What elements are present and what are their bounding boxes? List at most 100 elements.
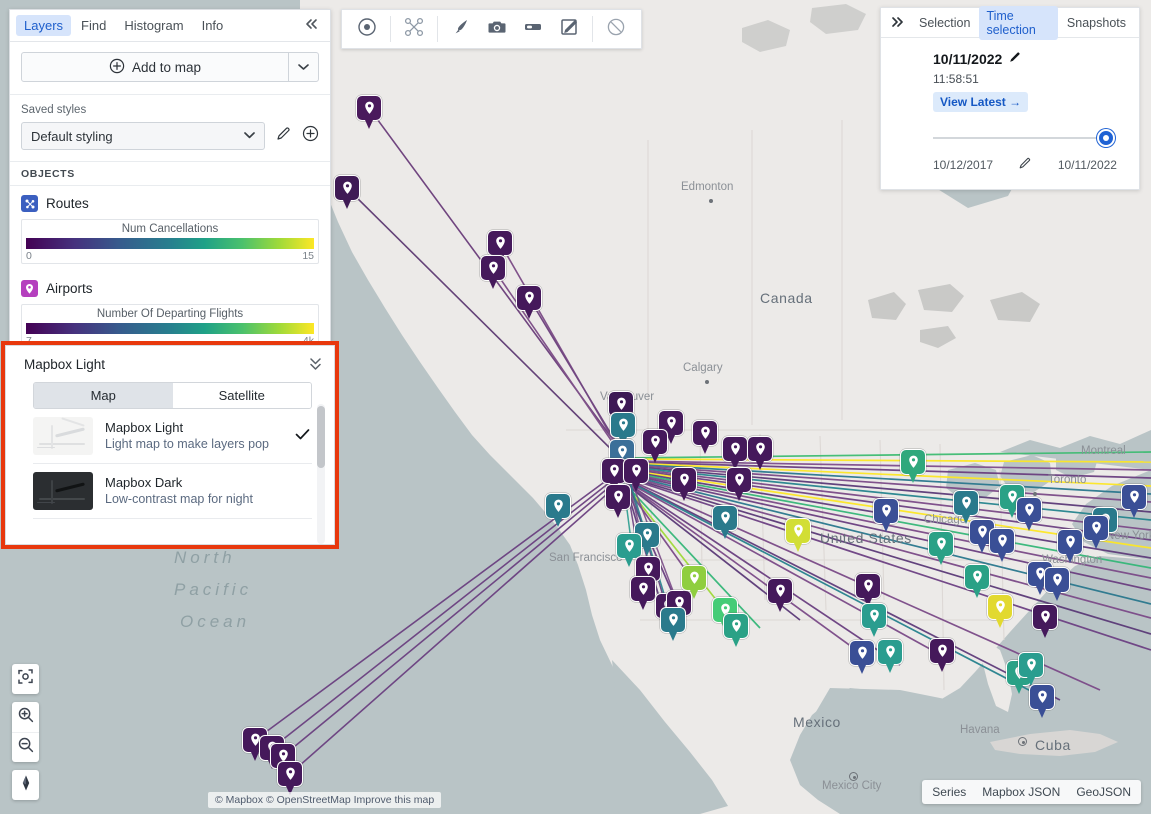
add-to-map-button[interactable]: Add to map xyxy=(22,53,288,81)
pen-tool[interactable] xyxy=(444,12,478,46)
map-marker-airport[interactable] xyxy=(1016,497,1042,531)
chevron-double-left-icon[interactable] xyxy=(302,17,322,34)
plus-circle-icon xyxy=(302,125,319,147)
toolbar-divider xyxy=(437,16,438,42)
tab-find[interactable]: Find xyxy=(73,15,114,36)
style-option-mapbox-dark[interactable]: Mapbox Dark Low-contrast map for night xyxy=(33,464,312,519)
map-marker-airport[interactable] xyxy=(987,594,1013,628)
map-marker-airport[interactable] xyxy=(1018,652,1044,686)
map-marker-airport[interactable] xyxy=(671,467,697,501)
style-option-mapbox-light[interactable]: Mapbox Light Light map to make layers po… xyxy=(33,409,312,464)
compass-button[interactable] xyxy=(12,770,39,800)
map-marker-airport[interactable] xyxy=(849,640,875,674)
style-list-scrollbar[interactable] xyxy=(317,404,325,544)
format-geojson-button[interactable]: GeoJSON xyxy=(1076,785,1131,799)
map-marker-airport[interactable] xyxy=(900,449,926,483)
map-pin-icon xyxy=(997,534,1007,547)
map-marker-airport[interactable] xyxy=(605,484,631,518)
clear-tool[interactable] xyxy=(599,12,633,46)
map-pin-icon xyxy=(977,525,987,538)
attribution-osm[interactable]: © OpenStreetMap xyxy=(266,794,351,806)
map-marker-airport[interactable] xyxy=(356,95,382,129)
attribution-mapbox[interactable]: © Mapbox xyxy=(215,794,263,806)
map-marker-airport[interactable] xyxy=(723,613,749,647)
map-marker-airport[interactable] xyxy=(989,528,1015,562)
map-marker-airport[interactable] xyxy=(873,498,899,532)
select-network-tool[interactable] xyxy=(397,12,431,46)
map-marker-airport[interactable] xyxy=(1044,567,1070,601)
map-marker-airport[interactable] xyxy=(929,638,955,672)
map-marker-airport[interactable] xyxy=(516,285,542,319)
tab-layers[interactable]: Layers xyxy=(16,15,72,36)
map-marker-airport[interactable] xyxy=(642,429,668,463)
map-marker-airport[interactable] xyxy=(1083,515,1109,549)
close-icon[interactable] xyxy=(308,355,323,373)
map-marker-airport[interactable] xyxy=(1121,484,1147,518)
map-pin-icon xyxy=(720,511,730,524)
map-marker-airport[interactable] xyxy=(855,573,881,607)
map-marker-airport[interactable] xyxy=(747,436,773,470)
zoom-out-button[interactable] xyxy=(12,732,39,762)
map-pin-icon xyxy=(1037,690,1047,703)
map-marker-airport[interactable] xyxy=(953,490,979,524)
saved-styles-select[interactable]: Default styling xyxy=(21,122,265,150)
basemap-style-panel-highlight: Mapbox Light Map Satellite Mapbox Light … xyxy=(1,341,339,549)
map-marker-airport[interactable] xyxy=(630,576,656,610)
map-marker-airport[interactable] xyxy=(660,607,686,641)
pencil-icon[interactable] xyxy=(1018,156,1032,173)
chevron-down-icon[interactable] xyxy=(288,53,318,81)
tab-time-selection[interactable]: Time selection xyxy=(979,5,1058,40)
segment-satellite[interactable]: Satellite xyxy=(172,383,311,408)
map-marker-airport[interactable] xyxy=(861,603,887,637)
map-marker-airport[interactable] xyxy=(616,533,642,567)
map-marker-airport[interactable] xyxy=(334,175,360,209)
chevron-double-right-icon[interactable] xyxy=(887,15,910,31)
segment-map[interactable]: Map xyxy=(34,383,173,408)
tab-histogram[interactable]: Histogram xyxy=(116,15,191,36)
edit-style-button[interactable] xyxy=(275,125,292,147)
rectangle-tool[interactable] xyxy=(516,12,550,46)
tab-info[interactable]: Info xyxy=(194,15,232,36)
map-marker-airport[interactable] xyxy=(545,493,571,527)
style-desc-light: Light map to make layers pop xyxy=(105,437,269,452)
edit-tool[interactable] xyxy=(552,12,586,46)
attribution-improve[interactable]: Improve this map xyxy=(354,794,435,806)
map-marker-airport[interactable] xyxy=(692,420,718,454)
map-marker-airport[interactable] xyxy=(712,505,738,539)
zoom-in-button[interactable] xyxy=(12,702,39,732)
pencil-icon[interactable] xyxy=(1008,50,1022,67)
map-marker-airport[interactable] xyxy=(877,639,903,673)
select-point-tool[interactable] xyxy=(350,12,384,46)
rectangle-icon xyxy=(522,16,544,43)
map-marker-airport[interactable] xyxy=(785,518,811,552)
format-mapbox-json-button[interactable]: Mapbox JSON xyxy=(982,785,1060,799)
tab-selection[interactable]: Selection xyxy=(912,13,977,33)
format-series-button[interactable]: Series xyxy=(932,785,966,799)
time-slider[interactable] xyxy=(933,126,1115,152)
map-marker-airport[interactable] xyxy=(767,578,793,612)
map-marker-airport[interactable] xyxy=(480,255,506,289)
map-marker-airport[interactable] xyxy=(610,412,636,446)
camera-icon xyxy=(486,16,508,43)
tab-snapshots[interactable]: Snapshots xyxy=(1060,13,1133,33)
fit-bounds-group xyxy=(12,664,39,694)
map-marker-airport[interactable] xyxy=(623,458,649,492)
map-marker-airport[interactable] xyxy=(722,436,748,470)
fit-to-bounds-button[interactable] xyxy=(12,664,39,694)
map-marker-airport[interactable] xyxy=(277,761,303,795)
camera-tool[interactable] xyxy=(480,12,514,46)
map-marker-airport[interactable] xyxy=(1057,529,1083,563)
map-marker-airport[interactable] xyxy=(681,565,707,599)
map-marker-airport[interactable] xyxy=(1029,684,1055,718)
time-slider-handle[interactable] xyxy=(1097,129,1115,147)
view-latest-button[interactable]: View Latest → xyxy=(933,92,1029,112)
add-style-button[interactable] xyxy=(302,125,319,147)
map-marker-airport[interactable] xyxy=(964,564,990,598)
map-pin-icon xyxy=(666,416,676,429)
zoom-in-icon xyxy=(17,706,35,729)
map-marker-airport[interactable] xyxy=(928,531,954,565)
map-pin-icon xyxy=(881,504,891,517)
map-marker-airport[interactable] xyxy=(487,230,513,264)
map-marker-airport[interactable] xyxy=(726,467,752,501)
map-marker-airport[interactable] xyxy=(1032,604,1058,638)
